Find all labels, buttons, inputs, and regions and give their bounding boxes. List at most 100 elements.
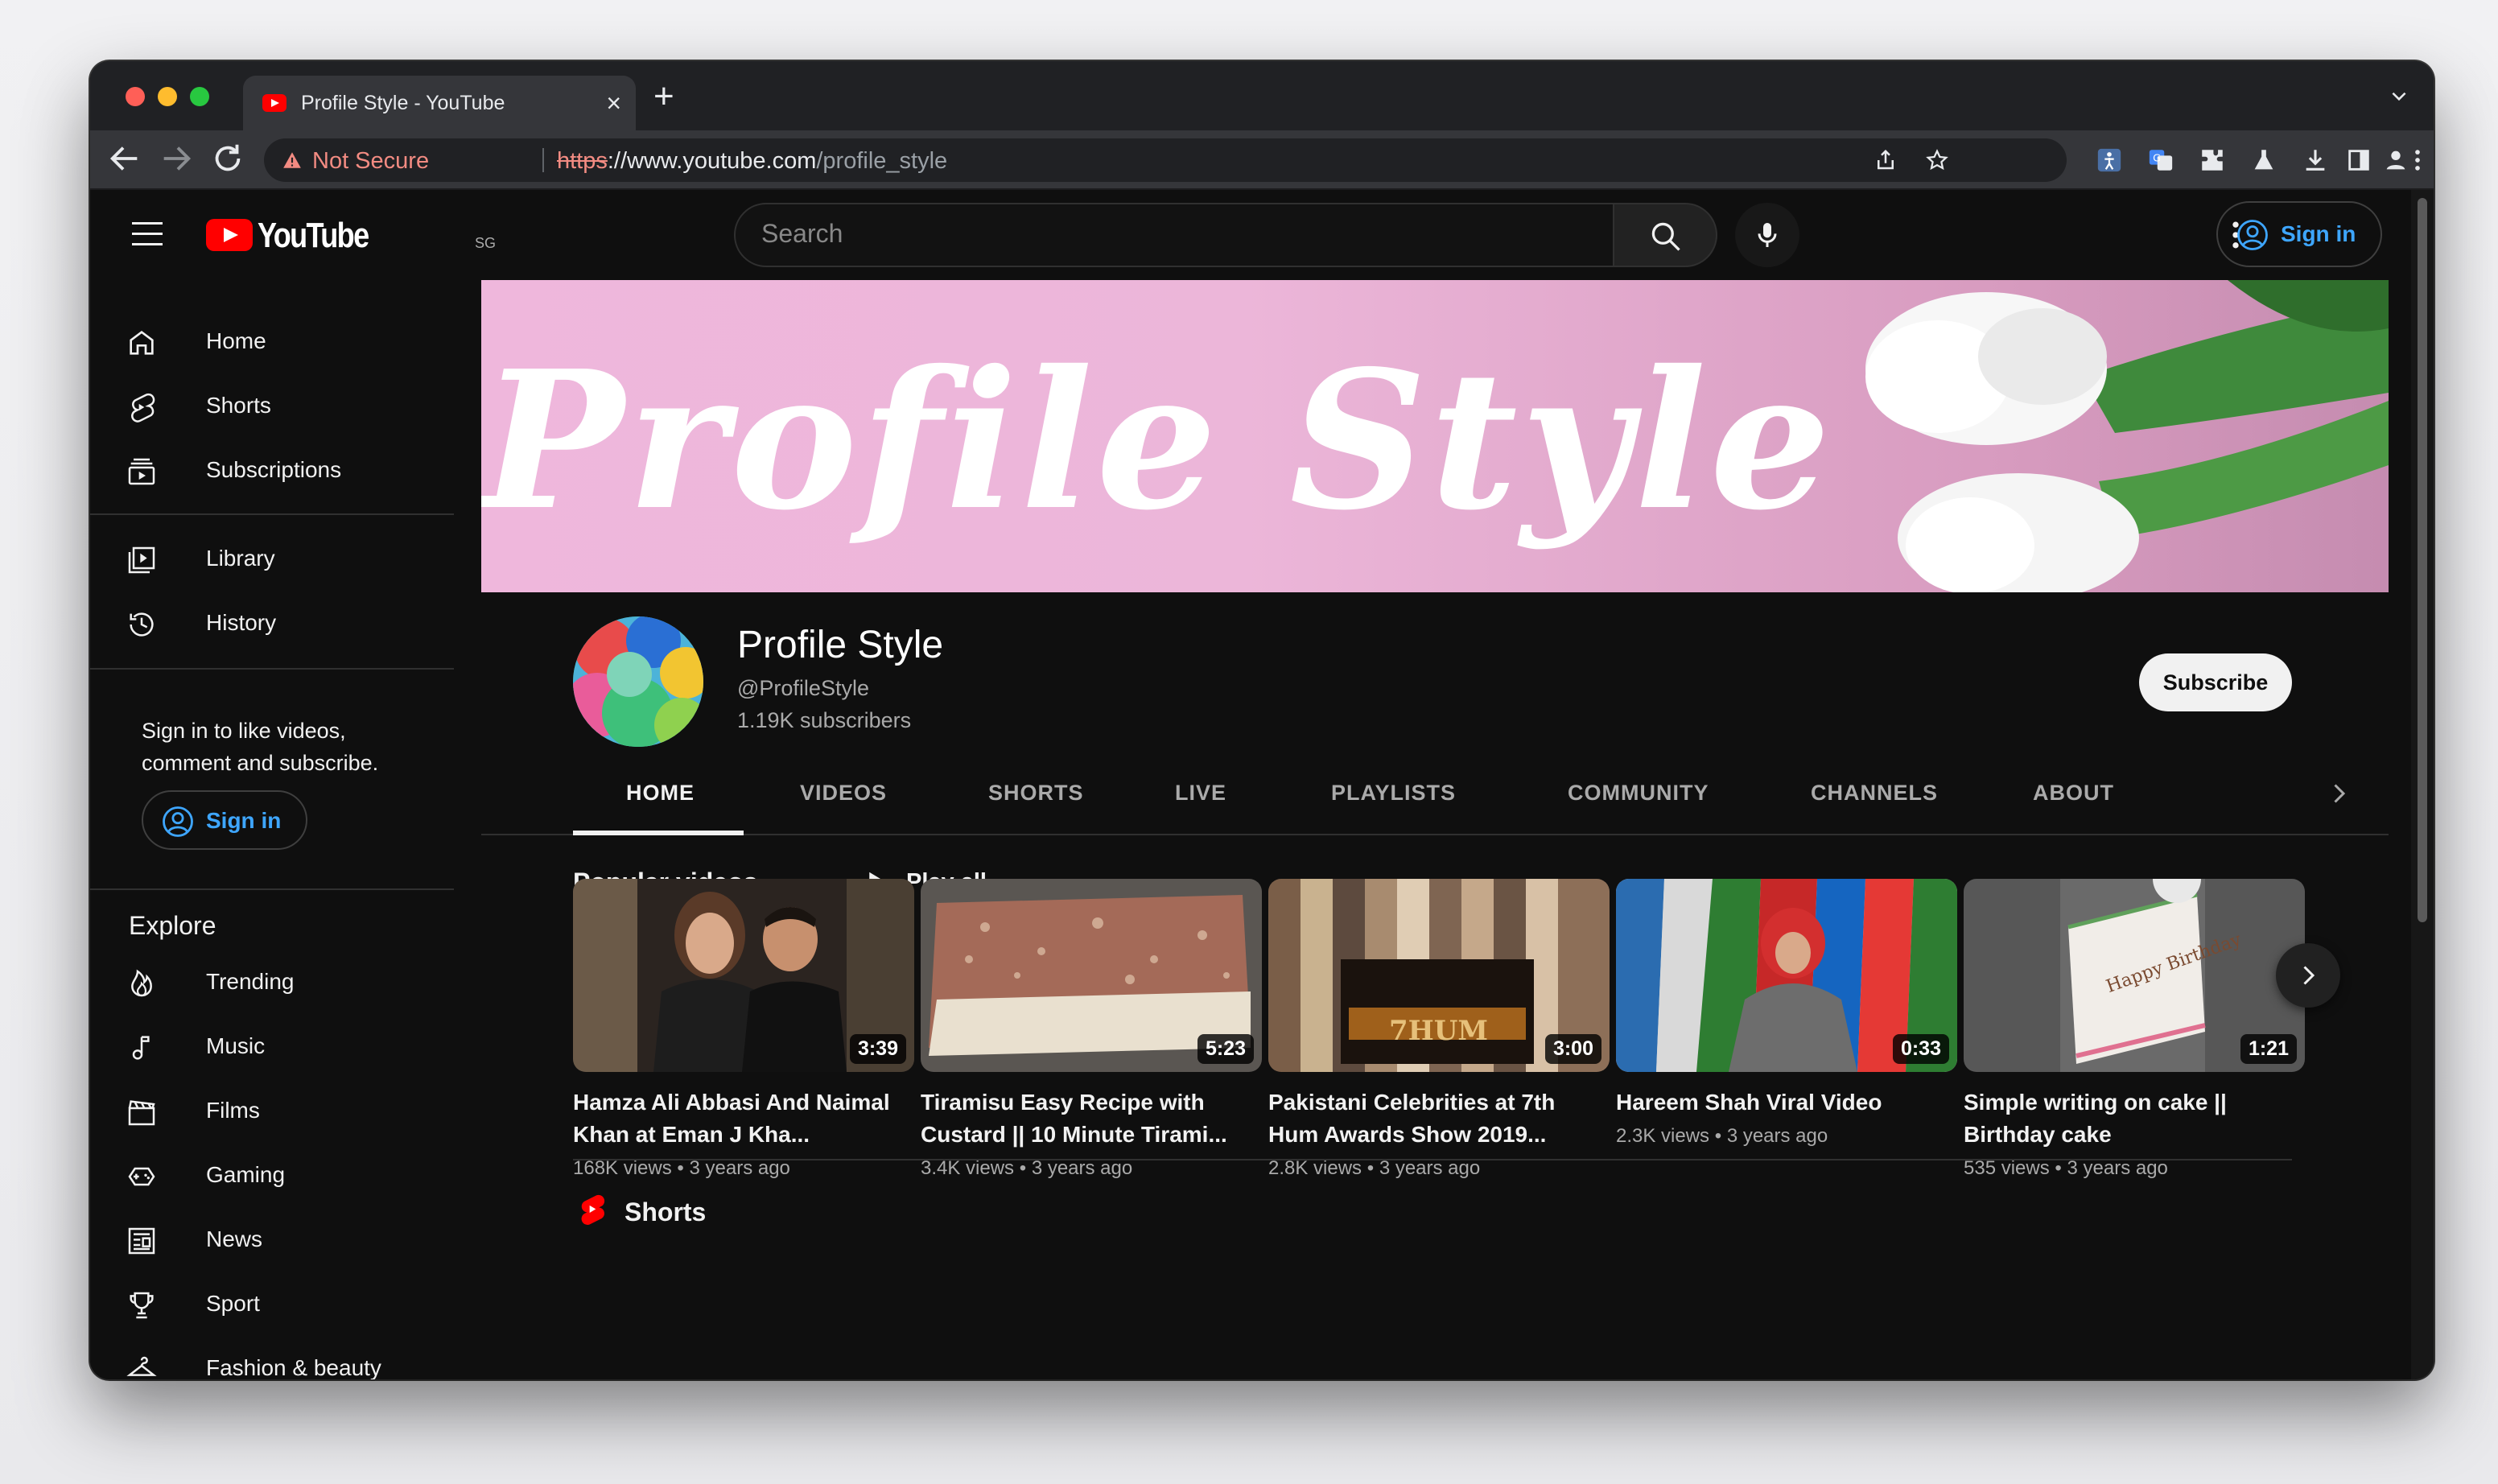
tab-community[interactable]: COMMUNITY <box>1568 781 1709 806</box>
carousel-next-button[interactable] <box>2276 943 2340 1008</box>
video-thumbnail[interactable]: 0:33 <box>1616 879 1957 1072</box>
video-thumbnail[interactable]: 7HUM 3:00 <box>1268 879 1610 1072</box>
sidebar-item-library[interactable]: Library <box>90 528 454 592</box>
youtube-favicon-icon <box>262 94 286 112</box>
sidebar-item-home[interactable]: Home <box>90 311 454 375</box>
side-panel-icon[interactable] <box>2345 146 2372 174</box>
sidebar-sign-in-button[interactable]: Sign in <box>142 790 307 850</box>
video-metadata: 535 views • 3 years ago <box>1964 1157 2168 1179</box>
music-note-icon <box>132 1036 150 1060</box>
subscriptions-icon <box>128 458 155 485</box>
sidebar-item-subscriptions[interactable]: Subscriptions <box>90 439 454 504</box>
scrollbar-thumb[interactable] <box>2418 198 2427 922</box>
video-card[interactable]: 3:39 Hamza Ali Abbasi And Naimal Khan at… <box>573 879 914 1180</box>
search-icon <box>1651 222 1680 251</box>
video-card[interactable]: 5:23 Tiramisu Easy Recipe with Custard |… <box>921 879 1262 1180</box>
video-title[interactable]: Hareem Shah Viral Video <box>1616 1086 1951 1119</box>
sidebar-item-music[interactable]: Music <box>90 1016 454 1080</box>
sidebar-item-history[interactable]: History <box>90 592 454 657</box>
masthead: YouTube SG Sign in <box>90 190 2411 280</box>
browser-tab[interactable]: Profile Style - YouTube × <box>243 76 636 130</box>
sidebar-item-fashion[interactable]: Fashion & beauty <box>90 1338 454 1379</box>
browser-menu-icon[interactable] <box>2408 146 2427 174</box>
sidebar-item-gaming[interactable]: Gaming <box>90 1144 454 1209</box>
subscribe-button[interactable]: Subscribe <box>2139 653 2292 711</box>
tab-home[interactable]: HOME <box>626 781 695 806</box>
tab-search-chevron-icon[interactable] <box>2389 85 2409 106</box>
close-tab-icon[interactable]: × <box>606 87 621 119</box>
download-icon[interactable] <box>2302 146 2329 174</box>
back-arrow-icon[interactable] <box>106 140 143 177</box>
video-title[interactable]: Simple writing on cake || Birthday cake <box>1964 1086 2298 1151</box>
search-box <box>734 203 1614 267</box>
sidebar-item-shorts[interactable]: Shorts <box>90 375 454 439</box>
sign-in-button[interactable]: Sign in <box>2216 201 2382 267</box>
video-metadata: 2.8K views • 3 years ago <box>1268 1157 1481 1179</box>
url-text[interactable]: https://www.youtube.com/profile_style <box>557 148 947 175</box>
translate-extension-icon[interactable]: G <box>2147 146 2174 174</box>
tab-videos[interactable]: VIDEOS <box>800 781 887 806</box>
sidebar-item-label: Subscriptions <box>206 457 342 482</box>
video-duration: 0:33 <box>1892 1034 1949 1064</box>
reload-icon[interactable] <box>209 140 246 177</box>
sidebar-item-films[interactable]: Films <box>90 1080 454 1144</box>
sidebar-divider <box>90 513 454 515</box>
video-card[interactable]: Happy Birthday 1:21 Simple writing on ca… <box>1964 879 2305 1180</box>
sidebar-divider <box>90 888 454 890</box>
guide-menu-icon[interactable] <box>132 222 163 248</box>
labs-flask-icon[interactable] <box>2250 146 2277 174</box>
share-icon[interactable] <box>1874 148 1898 172</box>
video-title[interactable]: Hamza Ali Abbasi And Naimal Khan at Eman… <box>573 1086 908 1151</box>
video-metadata: 2.3K views • 3 years ago <box>1616 1125 1828 1147</box>
maximize-window-button[interactable] <box>190 87 209 106</box>
video-age: 3 years ago <box>1379 1157 1481 1179</box>
search-button[interactable] <box>1614 203 1717 267</box>
sidebar-item-label: Trending <box>206 969 295 994</box>
video-thumbnail[interactable]: 5:23 <box>921 879 1262 1072</box>
forward-arrow-icon[interactable] <box>158 140 195 177</box>
chevron-right-icon[interactable] <box>2324 779 2353 808</box>
tab-shorts[interactable]: SHORTS <box>988 781 1084 806</box>
video-thumbnail[interactable]: 3:39 <box>573 879 914 1072</box>
video-thumbnail[interactable]: Happy Birthday 1:21 <box>1964 879 2305 1072</box>
video-card[interactable]: 0:33 Hareem Shah Viral Video 2.3K views … <box>1616 879 1957 1148</box>
search-input[interactable] <box>761 219 1566 249</box>
tab-live[interactable]: LIVE <box>1175 781 1226 806</box>
not-secure-label[interactable]: Not Secure <box>312 148 429 175</box>
video-duration: 1:21 <box>2240 1034 2297 1064</box>
svg-text:G: G <box>2153 152 2161 164</box>
shorts-icon <box>131 393 155 423</box>
sidebar-item-sport[interactable]: Sport <box>90 1273 454 1338</box>
address-bar[interactable]: Not Secure https://www.youtube.com/profi… <box>264 138 2067 182</box>
tab-playlists[interactable]: PLAYLISTS <box>1331 781 1456 806</box>
video-age: 3 years ago <box>1726 1125 1828 1147</box>
tab-strip: Profile Style - YouTube × + <box>90 61 2434 130</box>
new-tab-icon[interactable]: + <box>653 79 674 114</box>
profile-avatar-icon[interactable] <box>2382 146 2409 174</box>
sidebar-item-label: History <box>206 610 277 635</box>
chevron-right-icon <box>2303 966 2315 985</box>
close-window-button[interactable] <box>126 87 145 106</box>
bookmark-star-icon[interactable] <box>1925 148 1949 172</box>
accessibility-extension-icon[interactable] <box>2096 146 2123 174</box>
sidebar-signin-message: Sign in to like videos, comment and subs… <box>142 719 379 775</box>
sidebar-item-trending[interactable]: Trending <box>90 951 454 1016</box>
country-code: SG <box>475 235 497 251</box>
tab-about[interactable]: ABOUT <box>2033 781 2114 806</box>
voice-search-button[interactable] <box>1735 203 1799 267</box>
sidebar-item-label: Music <box>206 1033 266 1058</box>
video-title[interactable]: Pakistani Celebrities at 7th Hum Awards … <box>1268 1086 1603 1151</box>
channel-tabs: HOME VIDEOS SHORTS LIVE PLAYLISTS COMMUN… <box>481 761 2389 835</box>
page-scrollbar[interactable] <box>2411 190 2434 1379</box>
video-views: 2.8K views <box>1268 1157 1362 1179</box>
tab-channels[interactable]: CHANNELS <box>1811 781 1938 806</box>
sidebar-item-news[interactable]: News <box>90 1209 454 1273</box>
channel-avatar[interactable] <box>573 616 703 747</box>
minimize-window-button[interactable] <box>158 87 177 106</box>
youtube-wordmark: YouTube <box>258 216 369 255</box>
url-protocol: https <box>557 148 608 174</box>
gamepad-icon <box>128 1167 155 1186</box>
video-title[interactable]: Tiramisu Easy Recipe with Custard || 10 … <box>921 1086 1255 1151</box>
video-card[interactable]: 7HUM 3:00 Pakistani Celebrities at 7th H… <box>1268 879 1610 1180</box>
extensions-puzzle-icon[interactable] <box>2199 146 2226 174</box>
